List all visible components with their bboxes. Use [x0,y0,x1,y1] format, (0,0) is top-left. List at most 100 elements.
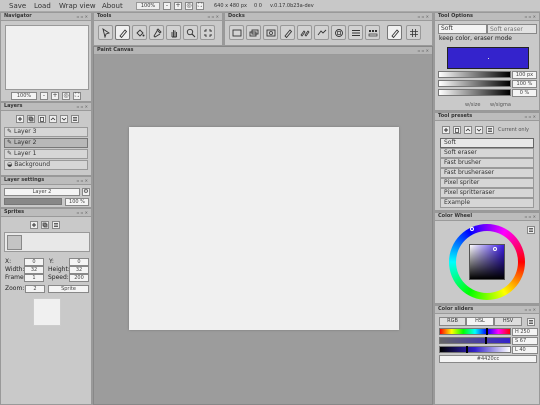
hue-slider[interactable] [439,328,511,335]
move-layer-up-button[interactable] [49,115,57,123]
dock-tool-options-toggle[interactable] [280,25,295,40]
size-pressure-toggle[interactable]: w/size [465,102,480,108]
preset-item-soft-eraser[interactable]: Soft eraser [440,148,534,158]
zoom-out-button[interactable]: - [163,2,171,10]
sprite-list[interactable] [4,232,90,252]
add-layer-button[interactable] [16,115,24,123]
fit-view-button[interactable]: ⛶ [196,2,204,10]
tool-crop[interactable] [200,25,215,40]
dock-grid-toggle[interactable] [406,25,421,40]
zoom-field[interactable]: 100% [136,2,160,10]
tool-brush[interactable] [115,25,130,40]
panel-controls-icon[interactable]: ▫ ▫ ✕ [77,104,88,109]
panel-controls-icon[interactable]: ▫ ▫ ✕ [525,307,536,312]
tool-select[interactable] [98,25,113,40]
dock-navigator-toggle[interactable] [263,25,278,40]
preset-menu-button[interactable] [486,126,494,134]
layer-item-layer-1[interactable]: ✎ Layer 1 [4,149,88,159]
tool-zoom[interactable] [183,25,198,40]
layer-item-layer-2[interactable]: ✎ Layer 2 [4,138,88,148]
sprite-height-field[interactable]: 32 [69,266,89,274]
panel-controls-icon[interactable]: ▫ ▫ ✕ [77,178,88,183]
sigma-pressure-toggle[interactable]: w/sigma [490,102,511,108]
hue-ring[interactable] [449,224,525,300]
brush-blend-field[interactable]: 0 % [512,89,537,97]
zoom-in-button[interactable]: + [174,2,182,10]
brush-blend-slider[interactable] [438,89,511,96]
brush-opacity-slider[interactable] [438,80,511,87]
lightness-slider-handle[interactable] [466,346,468,353]
tab-rgb[interactable]: RGB [439,317,466,326]
lightness-field[interactable]: L 40 [512,346,538,354]
menu-about[interactable]: About [102,2,123,10]
tab-hsv[interactable]: HSV [494,317,522,326]
sprite-menu-button[interactable] [52,221,60,229]
panel-controls-icon[interactable]: ▫ ▫ ✕ [208,14,219,19]
menu-load[interactable]: Load [34,2,51,10]
preset-item-fast-brusher[interactable]: Fast brusher [440,158,534,168]
sprite-frames-field[interactable]: 1 [24,274,44,282]
duplicate-layer-button[interactable] [27,115,35,123]
preset-eraser-field[interactable] [487,24,537,34]
tool-pipette[interactable] [149,25,164,40]
dock-tool-presets-toggle[interactable] [297,25,312,40]
brush-opacity-field[interactable]: 100 % [512,80,537,88]
preset-item-pixel-spritteraser[interactable]: Pixel spritteraser [440,188,534,198]
dock-sketch-toggle[interactable] [387,25,402,40]
delete-layer-button[interactable] [38,115,46,123]
layer-opacity-slider[interactable] [4,198,62,205]
panel-controls-icon[interactable]: ▫ ▫ ✕ [525,214,536,219]
sprite-width-field[interactable]: 32 [24,266,44,274]
dock-color-wheel-toggle[interactable] [331,25,346,40]
sprite-thumbnail[interactable] [7,235,22,250]
saturation-value-square[interactable] [469,244,505,280]
add-preset-button[interactable] [442,126,450,134]
navigator-zoom-out-button[interactable]: - [40,92,48,100]
panel-controls-icon[interactable]: ▫ ▫ ✕ [525,114,536,119]
sv-picker-handle[interactable] [493,247,497,251]
move-layer-down-button[interactable] [60,115,68,123]
tool-fill[interactable] [132,25,147,40]
panel-controls-icon[interactable]: ▫ ▫ ✕ [418,14,429,19]
sprite-x-field[interactable]: 0 [24,258,44,266]
navigator-fit-button[interactable]: ⛶ [73,92,81,100]
dock-layer-settings-toggle[interactable] [348,25,363,40]
layer-name-field[interactable]: Layer 2 [4,188,80,196]
layer-menu-button[interactable] [71,115,79,123]
preset-item-fast-brusheraser[interactable]: Fast brusheraser [440,168,534,178]
navigator-preview[interactable] [5,25,89,90]
preset-item-pixel-spriter[interactable]: Pixel spriter [440,178,534,188]
move-preset-down-button[interactable] [475,126,483,134]
dock-sprites-toggle[interactable] [365,25,380,40]
sprite-zoom-field[interactable]: 2 [25,285,45,293]
hue-slider-handle[interactable] [486,328,489,335]
saturation-field[interactable]: S 67 [512,337,538,345]
brush-size-slider[interactable] [438,71,511,78]
color-wheel-menu-button[interactable] [527,226,535,234]
hue-picker-handle[interactable] [470,227,474,231]
lightness-slider[interactable] [439,346,511,353]
tab-hsl[interactable]: HSL [466,317,494,326]
layer-opacity-field[interactable]: 100 % [65,198,89,206]
sprite-name-field[interactable]: Sprite [48,285,89,293]
preset-item-soft[interactable]: Soft [440,138,534,148]
zoom-reset-button[interactable]: ◎ [185,2,193,10]
layer-item-background[interactable]: ◒ Background [4,160,88,170]
navigator-reset-button[interactable]: ◎ [62,92,70,100]
panel-controls-icon[interactable]: ▫ ▫ ✕ [525,14,536,19]
add-sprite-button[interactable] [30,221,38,229]
move-preset-up-button[interactable] [464,126,472,134]
dock-color-sliders-toggle[interactable] [314,25,329,40]
drawing-surface[interactable] [129,127,399,330]
preset-name-field[interactable]: Soft [438,24,487,34]
menu-save[interactable]: Save [9,2,26,10]
sprite-y-field[interactable]: 0 [69,258,89,266]
duplicate-sprite-button[interactable] [41,221,49,229]
layer-item-layer-3[interactable]: ✎ Layer 3 [4,127,88,137]
navigator-zoom-in-button[interactable]: + [51,92,59,100]
preset-item-example[interactable]: Example [440,198,534,208]
saturation-slider[interactable] [439,337,511,344]
delete-preset-button[interactable] [453,126,461,134]
tool-hand[interactable] [166,25,181,40]
menu-wrap-view[interactable]: Wrap view [59,2,96,10]
